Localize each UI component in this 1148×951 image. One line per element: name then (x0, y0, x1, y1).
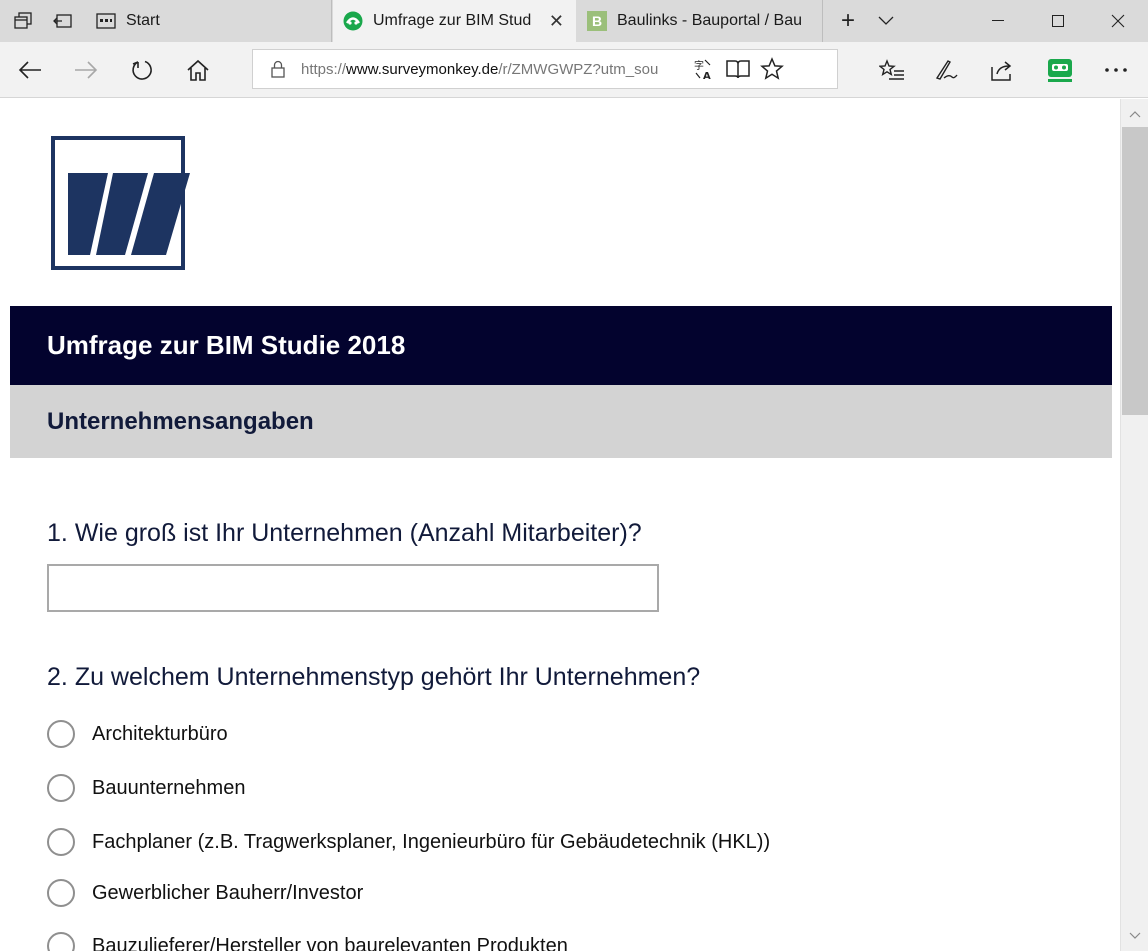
company-logo (50, 135, 192, 276)
reading-view-icon[interactable] (721, 52, 755, 86)
option-label: Gewerblicher Bauherr/Investor (92, 881, 364, 904)
company-size-input[interactable] (47, 564, 659, 612)
option-label: Architekturbüro (92, 722, 228, 745)
option-architekturbuero[interactable]: Architekturbüro (47, 718, 228, 750)
tab-start[interactable]: Start (84, 0, 332, 42)
baulinks-favicon-icon: B (587, 11, 607, 31)
new-tab-icon[interactable]: + (828, 0, 868, 42)
home-icon[interactable] (178, 50, 218, 90)
chevron-down-icon[interactable] (868, 0, 904, 42)
lock-icon[interactable] (271, 60, 285, 78)
maximize-icon[interactable] (1028, 0, 1088, 42)
forward-arrow-icon[interactable] (66, 50, 106, 90)
page-title: Unternehmensangaben (10, 385, 1112, 458)
surveymonkey-favicon-icon (343, 11, 363, 31)
pen-icon[interactable] (926, 50, 966, 90)
more-icon[interactable] (1096, 50, 1136, 90)
radio-button[interactable] (47, 932, 75, 951)
refresh-icon[interactable] (122, 50, 162, 90)
tabs-aside-icon[interactable] (10, 8, 36, 34)
radio-button[interactable] (47, 774, 75, 802)
question-number: 1. (47, 519, 68, 547)
option-bauunternehmen[interactable]: Bauunternehmen (47, 772, 245, 804)
option-label: Fachplaner (z.B. Tragwerksplaner, Ingeni… (92, 830, 771, 853)
scrollbar-thumb[interactable] (1122, 127, 1148, 415)
option-gewerblicher-bauherr[interactable]: Gewerblicher Bauherr/Investor (47, 877, 363, 909)
tab-label: Start (126, 12, 160, 29)
minimize-icon[interactable] (968, 0, 1028, 42)
tab-preview-icon[interactable] (50, 8, 76, 34)
star-icon[interactable] (755, 52, 789, 86)
translate-icon[interactable]: 字A (687, 52, 721, 86)
extension-icon[interactable] (1040, 50, 1080, 90)
radio-button[interactable] (47, 720, 75, 748)
option-label: Bauunternehmen (92, 776, 246, 799)
question-1: 1. Wie groß ist Ihr Unternehmen (Anzahl … (47, 519, 642, 548)
option-label: Bauzulieferer/Hersteller von baurelevant… (92, 934, 568, 951)
window-controls (968, 0, 1148, 42)
url-text[interactable]: https://www.surveymonkey.de/r/ZMWGWPZ?ut… (301, 61, 687, 78)
question-text: Zu welchem Unternehmenstyp gehört Ihr Un… (74, 663, 701, 691)
question-number: 2. (47, 663, 68, 691)
tab-label: Umfrage zur BIM Stud (373, 12, 532, 29)
share-icon[interactable] (982, 50, 1022, 90)
radio-button[interactable] (47, 828, 75, 856)
back-arrow-icon[interactable] (10, 50, 50, 90)
option-bauzulieferer[interactable]: Bauzulieferer/Hersteller von baurelevant… (47, 930, 568, 951)
radio-button[interactable] (47, 879, 75, 907)
survey-title: Umfrage zur BIM Studie 2018 (10, 306, 1112, 385)
tab-bar: Start Umfrage zur BIM Stud ✕ B Baulinks … (0, 0, 1148, 42)
navigation-bar: https://www.surveymonkey.de/r/ZMWGWPZ?ut… (0, 42, 1148, 98)
question-2: 2. Zu welchem Unternehmenstyp gehört Ihr… (47, 663, 700, 692)
tab-baulinks[interactable]: B Baulinks - Bauportal / Bau (577, 0, 823, 42)
start-page-icon (96, 11, 116, 31)
page-viewport: Umfrage zur BIM Studie 2018 Unternehmens… (0, 99, 1120, 951)
tab-label: Baulinks - Bauportal / Bau (617, 12, 802, 29)
tab-survey[interactable]: Umfrage zur BIM Stud ✕ (333, 0, 576, 42)
option-fachplaner[interactable]: Fachplaner (z.B. Tragwerksplaner, Ingeni… (47, 826, 770, 858)
scroll-up-icon[interactable] (1121, 103, 1148, 125)
svg-text:B: B (592, 13, 602, 29)
vertical-scrollbar[interactable] (1120, 99, 1148, 951)
window-close-icon[interactable] (1088, 0, 1148, 42)
address-bar[interactable]: https://www.surveymonkey.de/r/ZMWGWPZ?ut… (252, 49, 838, 89)
question-text: Wie groß ist Ihr Unternehmen (Anzahl Mit… (74, 519, 642, 547)
favorites-list-icon[interactable] (872, 50, 912, 90)
close-icon[interactable]: ✕ (549, 11, 564, 32)
svg-text:A: A (703, 71, 711, 80)
scroll-down-icon[interactable] (1121, 925, 1148, 947)
